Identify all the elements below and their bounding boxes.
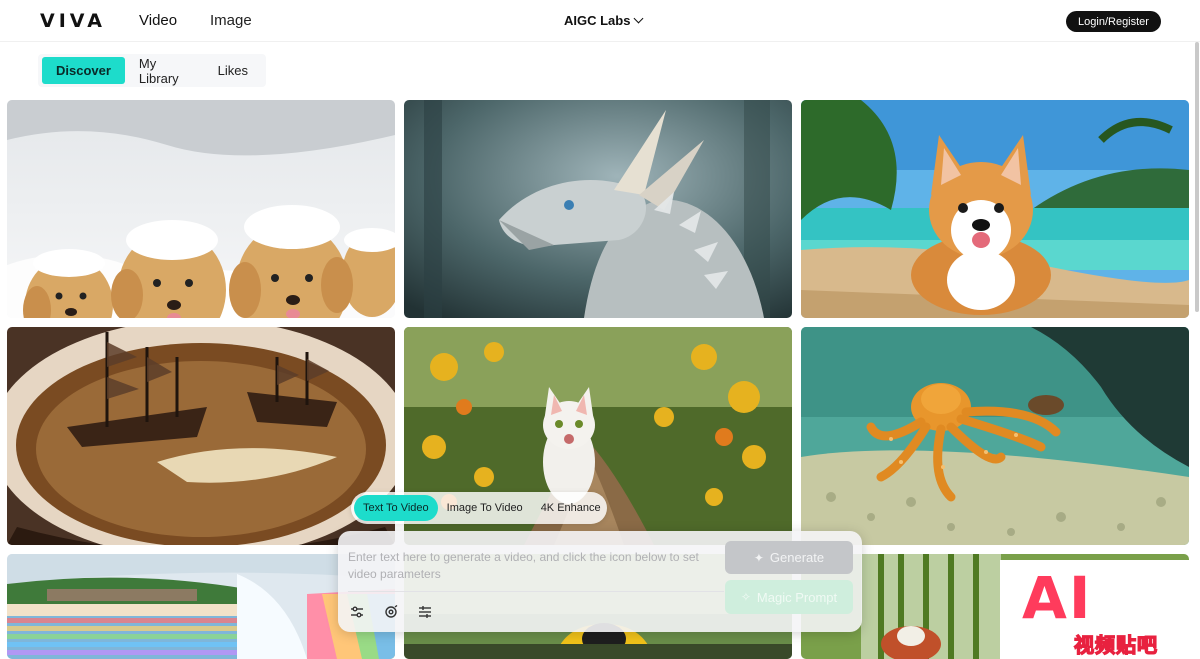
dragon-thumbnail	[404, 100, 792, 318]
gallery-video-card[interactable]	[801, 100, 1189, 318]
magic-wand-icon: ✧	[740, 590, 751, 604]
puppies-thumbnail	[7, 100, 395, 318]
tab-my-library[interactable]: My Library	[125, 50, 204, 92]
magic-prompt-label: Magic Prompt	[756, 589, 838, 605]
nav-image[interactable]: Image	[210, 12, 252, 29]
gallery-video-card[interactable]	[404, 100, 792, 318]
waterfall-thumbnail	[7, 554, 395, 659]
mode-image-to-video[interactable]: Image To Video	[438, 495, 532, 521]
magic-prompt-button[interactable]: ✧ Magic Prompt	[725, 580, 853, 614]
watermark-logo: AI	[1022, 564, 1093, 632]
generation-mode-selector: Text To Video Image To Video 4K Enhance	[351, 492, 607, 524]
aigc-labs-label: AIGC Labs	[564, 13, 631, 28]
camera-motion-icon[interactable]	[382, 603, 400, 621]
sparkle-icon: ✦	[753, 550, 764, 565]
tab-likes[interactable]: Likes	[204, 57, 262, 84]
gallery-video-card[interactable]	[7, 327, 395, 545]
generate-button[interactable]: ✦ Generate	[725, 541, 853, 574]
corgi-thumbnail	[801, 100, 1189, 318]
aigc-labs-menu[interactable]: AIGC Labs	[564, 13, 644, 28]
generate-label: Generate	[769, 550, 825, 565]
adjust-icon[interactable]	[416, 603, 434, 621]
coffee-ships-thumbnail	[7, 327, 395, 545]
nav-video[interactable]: Video	[138, 12, 179, 29]
mode-text-to-video[interactable]: Text To Video	[354, 495, 438, 521]
watermark-text: 视频贴吧	[1073, 632, 1158, 657]
gallery-video-card[interactable]	[7, 100, 395, 318]
page-scrollbar[interactable]	[1195, 42, 1199, 312]
gallery-video-card[interactable]	[7, 554, 395, 659]
library-tabs: Discover My Library Likes	[38, 54, 266, 87]
tab-discover[interactable]: Discover	[42, 57, 125, 84]
top-header: VIVA Video Image AIGC Labs Login/Registe…	[0, 0, 1200, 42]
nav-video-label: Video	[139, 12, 178, 29]
prompt-panel: Enter text here to generate a video, and…	[338, 531, 862, 632]
sliders-icon[interactable]	[348, 603, 366, 621]
prompt-input[interactable]: Enter text here to generate a video, and…	[348, 549, 718, 583]
prompt-divider	[348, 591, 724, 592]
chevron-down-icon	[634, 13, 644, 24]
mode-4k-enhance[interactable]: 4K Enhance	[532, 495, 610, 521]
viva-logo[interactable]: VIVA	[40, 10, 106, 32]
octopus-thumbnail	[801, 327, 1189, 545]
login-register-button[interactable]: Login/Register	[1066, 11, 1161, 32]
gallery-video-card[interactable]	[801, 327, 1189, 545]
